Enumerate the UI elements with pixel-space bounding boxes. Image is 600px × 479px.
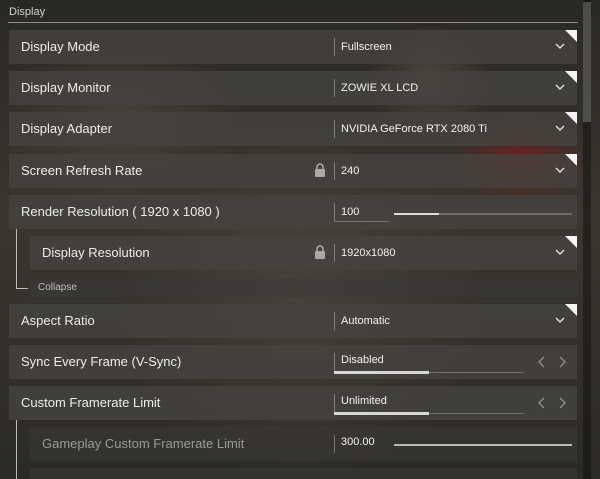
render-resolution-slider[interactable] (394, 213, 572, 215)
collapse-button[interactable]: Collapse (30, 279, 577, 297)
chevron-right-icon[interactable] (557, 356, 567, 368)
corner-marker (565, 304, 577, 316)
dropdown-value[interactable]: NVIDIA GeForce RTX 2080 Ti (341, 112, 487, 146)
slider-fill (394, 444, 572, 446)
section-divider (8, 22, 578, 23)
dropdown-value[interactable]: 240 (341, 154, 359, 188)
corner-marker (565, 236, 577, 248)
value-underline (334, 221, 389, 222)
setting-label: Aspect Ratio (21, 313, 95, 328)
divider (334, 312, 335, 330)
scrollbar[interactable] (583, 0, 591, 479)
divider (334, 244, 335, 262)
chevron-down-icon[interactable] (555, 41, 565, 51)
divider (334, 120, 335, 138)
dropdown-value[interactable]: Automatic (341, 304, 390, 338)
setting-display-adapter[interactable]: Display Adapter NVIDIA GeForce RTX 2080 … (9, 112, 577, 146)
setting-display-monitor[interactable]: Display Monitor ZOWIE XL LCD (9, 71, 577, 105)
option-indicator-fill (334, 412, 429, 415)
dropdown-value[interactable]: ZOWIE XL LCD (341, 71, 418, 105)
divider (334, 353, 335, 371)
setting-label: Display Mode (21, 39, 100, 54)
tree-connector (16, 229, 17, 288)
divider (334, 394, 335, 412)
setting-label: Display Resolution (42, 245, 150, 260)
setting-label: Gameplay Custom Framerate Limit (42, 436, 245, 451)
setting-framerate-limit[interactable]: Custom Framerate Limit Unlimited (9, 386, 577, 420)
divider (334, 203, 335, 221)
chevron-down-icon[interactable] (555, 165, 565, 175)
setting-aspect-ratio[interactable]: Aspect Ratio Automatic (9, 304, 577, 338)
divider (334, 79, 335, 97)
collapse-label: Collapse (38, 282, 77, 293)
chevron-right-icon[interactable] (557, 397, 567, 409)
setting-render-resolution[interactable]: Render Resolution ( 1920 x 1080 ) 100 (9, 195, 577, 229)
setting-display-resolution[interactable]: Display Resolution 1920x1080 (30, 236, 577, 270)
corner-marker (565, 112, 577, 124)
dropdown-value[interactable]: 1920x1080 (341, 236, 395, 270)
tree-connector (16, 288, 28, 289)
slider-value[interactable]: 300.00 (341, 425, 375, 459)
option-indicator (334, 412, 524, 415)
tree-connector (16, 420, 17, 479)
corner-marker (565, 71, 577, 83)
scrollbar-thumb[interactable] (583, 2, 591, 122)
setting-refresh-rate[interactable]: Screen Refresh Rate 240 (9, 154, 577, 188)
setting-label: Display Adapter (21, 121, 113, 136)
dropdown-value[interactable]: Fullscreen (341, 30, 392, 64)
gameplay-framerate-slider[interactable] (394, 444, 572, 446)
lock-icon (315, 163, 325, 177)
divider (334, 162, 335, 180)
option-indicator (334, 371, 524, 374)
setting-vsync[interactable]: Sync Every Frame (V-Sync) Disabled (9, 345, 577, 379)
corner-marker (565, 154, 577, 166)
chevron-down-icon[interactable] (555, 247, 565, 257)
slider-value[interactable]: 100 (341, 195, 359, 229)
setting-display-mode[interactable]: Display Mode Fullscreen (9, 30, 577, 64)
setting-label: Sync Every Frame (V-Sync) (21, 354, 182, 369)
chevron-down-icon[interactable] (555, 82, 565, 92)
chevron-down-icon[interactable] (555, 123, 565, 133)
corner-marker (565, 30, 577, 42)
slider-fill (394, 213, 439, 215)
chevron-down-icon[interactable] (555, 315, 565, 325)
setting-label: Screen Refresh Rate (21, 163, 143, 178)
section-title: Display (9, 6, 46, 18)
setting-row-partial[interactable] (30, 468, 577, 479)
setting-gameplay-framerate[interactable]: Gameplay Custom Framerate Limit 300.00 (30, 427, 577, 461)
chevron-left-icon[interactable] (537, 397, 547, 409)
setting-label: Display Monitor (21, 80, 111, 95)
lock-icon (315, 245, 325, 259)
setting-label: Render Resolution ( 1920 x 1080 ) (21, 204, 220, 219)
setting-label: Custom Framerate Limit (21, 395, 161, 410)
divider (334, 435, 335, 453)
option-indicator-fill (334, 371, 429, 374)
divider (334, 38, 335, 56)
chevron-left-icon[interactable] (537, 356, 547, 368)
